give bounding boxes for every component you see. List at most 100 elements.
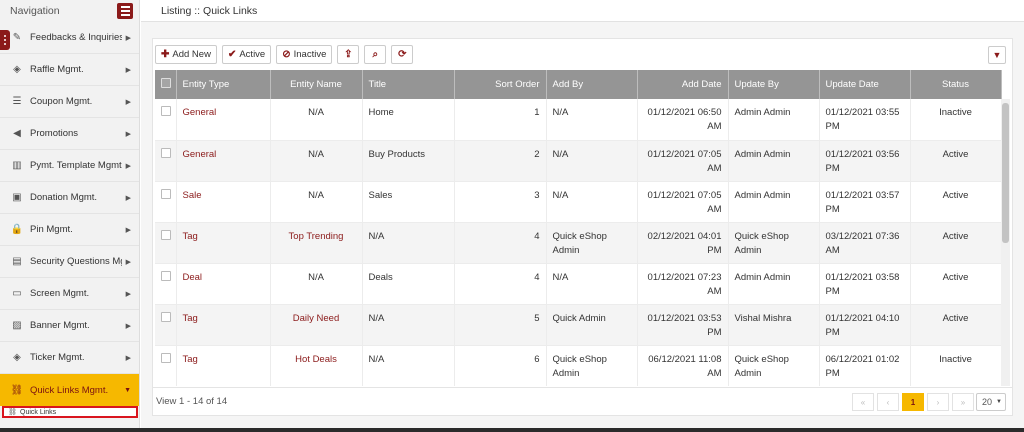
document-icon: ▤	[12, 256, 22, 267]
sidebar-item[interactable]: ◈ Ticker Mgmt. ▶	[0, 342, 139, 374]
row-checkbox[interactable]	[155, 181, 177, 223]
cell-add-date: 01/12/2021 07:23 AM	[637, 263, 729, 305]
sidebar-item[interactable]: ⛓ Quick Links Mgmt. ▼	[0, 374, 139, 406]
table-row[interactable]: Tag Daily Need N/A 5 Quick Admin 01/12/2021 0…	[155, 304, 1002, 346]
row-checkbox[interactable]	[155, 222, 177, 264]
table-body: General N/A Home 1 N/A 01/12/2021 06:50 AM Adm…	[155, 99, 1010, 386]
bottom-bar	[0, 428, 1024, 432]
cell-add-date: 06/12/2021 11:08 AM	[637, 345, 729, 386]
table-scrollbar[interactable]	[1001, 99, 1010, 386]
plus-icon: ✚	[161, 48, 170, 60]
cell-sort-order: 3	[454, 181, 547, 223]
first-page-button[interactable]: «	[852, 393, 874, 411]
next-page-button[interactable]: ›	[927, 393, 949, 411]
cell-add-by: Quick Admin	[546, 304, 638, 346]
table-row[interactable]: Deal N/A Deals 4 N/A 01/12/2021 07:23 AM Admin…	[155, 263, 1002, 305]
sidebar-item-label: Pymt. Template Mgmt.	[30, 160, 122, 171]
more-options-icon[interactable]	[0, 30, 10, 50]
ticket-icon: ◈	[13, 64, 21, 75]
column-header[interactable]: Add By	[546, 70, 638, 99]
column-header[interactable]: Status	[910, 70, 1002, 99]
column-header[interactable]: Entity Type	[176, 70, 271, 99]
sidebar-item-label: Ticker Mgmt.	[30, 352, 85, 363]
filter-icon[interactable]: ▼	[988, 46, 1006, 64]
ticket-icon: ◈	[13, 352, 21, 363]
cell-title: N/A	[362, 304, 455, 346]
cell-update-by: Quick eShop Admin	[728, 222, 820, 264]
table-row[interactable]: General N/A Buy Products 2 N/A 01/12/2021 07:…	[155, 140, 1002, 182]
sidebar-item[interactable]: ✎ Feedbacks & Inquiries ▶	[0, 22, 139, 54]
cell-entity-type: General	[176, 99, 271, 141]
export-button[interactable]: ⇪	[337, 44, 360, 64]
cell-add-date: 01/12/2021 07:05 AM	[637, 140, 729, 182]
active-button[interactable]: ✔ Active	[221, 44, 272, 64]
cell-add-by: N/A	[546, 181, 638, 223]
inactive-label: Inactive	[293, 48, 327, 60]
row-checkbox[interactable]	[155, 140, 177, 182]
row-checkbox[interactable]	[155, 263, 177, 305]
cell-title: Deals	[362, 263, 455, 305]
column-header[interactable]: Entity Name	[270, 70, 363, 99]
cell-entity-type: General	[176, 140, 271, 182]
cell-update-date: 03/12/2021 07:36 AM	[819, 222, 911, 264]
cell-update-date: 01/12/2021 03:56 PM	[819, 140, 911, 182]
page-size-select[interactable]: 20 ▼	[976, 393, 1006, 411]
row-checkbox[interactable]	[155, 345, 177, 386]
sidebar-item[interactable]: ▤ Security Questions Mgmt.▶	[0, 246, 139, 278]
menu-toggle-icon[interactable]	[117, 3, 133, 19]
column-header[interactable]: Sort Order	[454, 70, 547, 99]
prev-page-button[interactable]: ‹	[877, 393, 899, 411]
column-header[interactable]: Title	[362, 70, 455, 99]
sidebar-item[interactable]: ☰ Coupon Mgmt. ▶	[0, 86, 139, 118]
column-header[interactable]: Update Date	[819, 70, 911, 99]
cell-entity-type: Tag	[176, 345, 271, 386]
cell-entity-type: Sale	[176, 181, 271, 223]
link-icon: ⛓	[10, 384, 24, 396]
table-row[interactable]: Tag Top Trending N/A 4 Quick eShop Admin 02/1…	[155, 222, 1002, 264]
current-page-button[interactable]: 1	[902, 393, 924, 411]
add-new-button[interactable]: ✚ Add New	[155, 44, 217, 64]
scrollbar-thumb[interactable]	[1002, 103, 1009, 243]
record-count: View 1 - 14 of 14	[156, 396, 228, 407]
cell-update-date: 01/12/2021 03:58 PM	[819, 263, 911, 305]
cell-update-date: 01/12/2021 03:57 PM	[819, 181, 911, 223]
column-header[interactable]: Add Date	[637, 70, 729, 99]
cell-entity-type: Tag	[176, 304, 271, 346]
export-icon: ⇪	[344, 48, 353, 60]
last-page-button[interactable]: »	[952, 393, 974, 411]
sidebar-item[interactable]: 🔒 Pin Mgmt. ▶	[0, 214, 139, 246]
sidebar-item[interactable]: ▣ Donation Mgmt. ▶	[0, 182, 139, 214]
cell-entity-name: N/A	[270, 99, 363, 141]
cell-sort-order: 2	[454, 140, 547, 182]
sidebar-item[interactable]: ▭ Screen Mgmt. ▶	[0, 278, 139, 310]
page-title: Listing :: Quick Links	[141, 0, 1024, 22]
select-all-checkbox[interactable]	[155, 70, 177, 99]
cell-entity-name: N/A	[270, 263, 363, 305]
cell-status: Active	[910, 181, 1002, 223]
sidebar-item-label: Feedbacks & Inquiries	[30, 32, 122, 43]
listing-card: ✚ Add New ✔ Active ⊘ Inactive ⇪ ⌕ ⟳ ▼ En…	[152, 38, 1013, 416]
sidebar-item[interactable]: ◈ Raffle Mgmt. ▶	[0, 54, 139, 86]
inactive-button[interactable]: ⊘ Inactive	[276, 44, 333, 64]
caret-right-icon: ▶	[125, 162, 131, 170]
sidebar-item[interactable]: ▨ Banner Mgmt. ▶	[0, 310, 139, 342]
table-row[interactable]: Tag Hot Deals N/A 6 Quick eShop Admin 06/12/2…	[155, 345, 1002, 386]
sidebar: Navigation ✎ Feedbacks & Inquiries ▶ ◈ Raffl…	[0, 0, 140, 432]
sidebar-subitem-quick-links[interactable]: ⛓ Quick Links	[2, 406, 138, 418]
cell-title: Buy Products	[362, 140, 455, 182]
sidebar-item[interactable]: ▥ Pymt. Template Mgmt. ▶	[0, 150, 139, 182]
cell-add-by: Quick eShop Admin	[546, 222, 638, 264]
row-checkbox[interactable]	[155, 99, 177, 141]
search-button[interactable]: ⌕	[364, 44, 387, 64]
list-icon: ☰	[12, 96, 22, 107]
row-checkbox[interactable]	[155, 304, 177, 346]
table-row[interactable]: Sale N/A Sales 3 N/A 01/12/2021 07:05 AM Admin…	[155, 181, 1002, 223]
column-header[interactable]: Update By	[728, 70, 820, 99]
caret-right-icon: ▶	[125, 290, 131, 298]
refresh-button[interactable]: ⟳	[391, 44, 414, 64]
caret-right-icon: ▶	[125, 98, 131, 106]
cell-sort-order: 4	[454, 263, 547, 305]
sidebar-item[interactable]: ◀ Promotions ▶	[0, 118, 139, 150]
table-row[interactable]: General N/A Home 1 N/A 01/12/2021 06:50 AM Adm…	[155, 99, 1002, 141]
cell-update-by: Vishal Mishra	[728, 304, 820, 346]
